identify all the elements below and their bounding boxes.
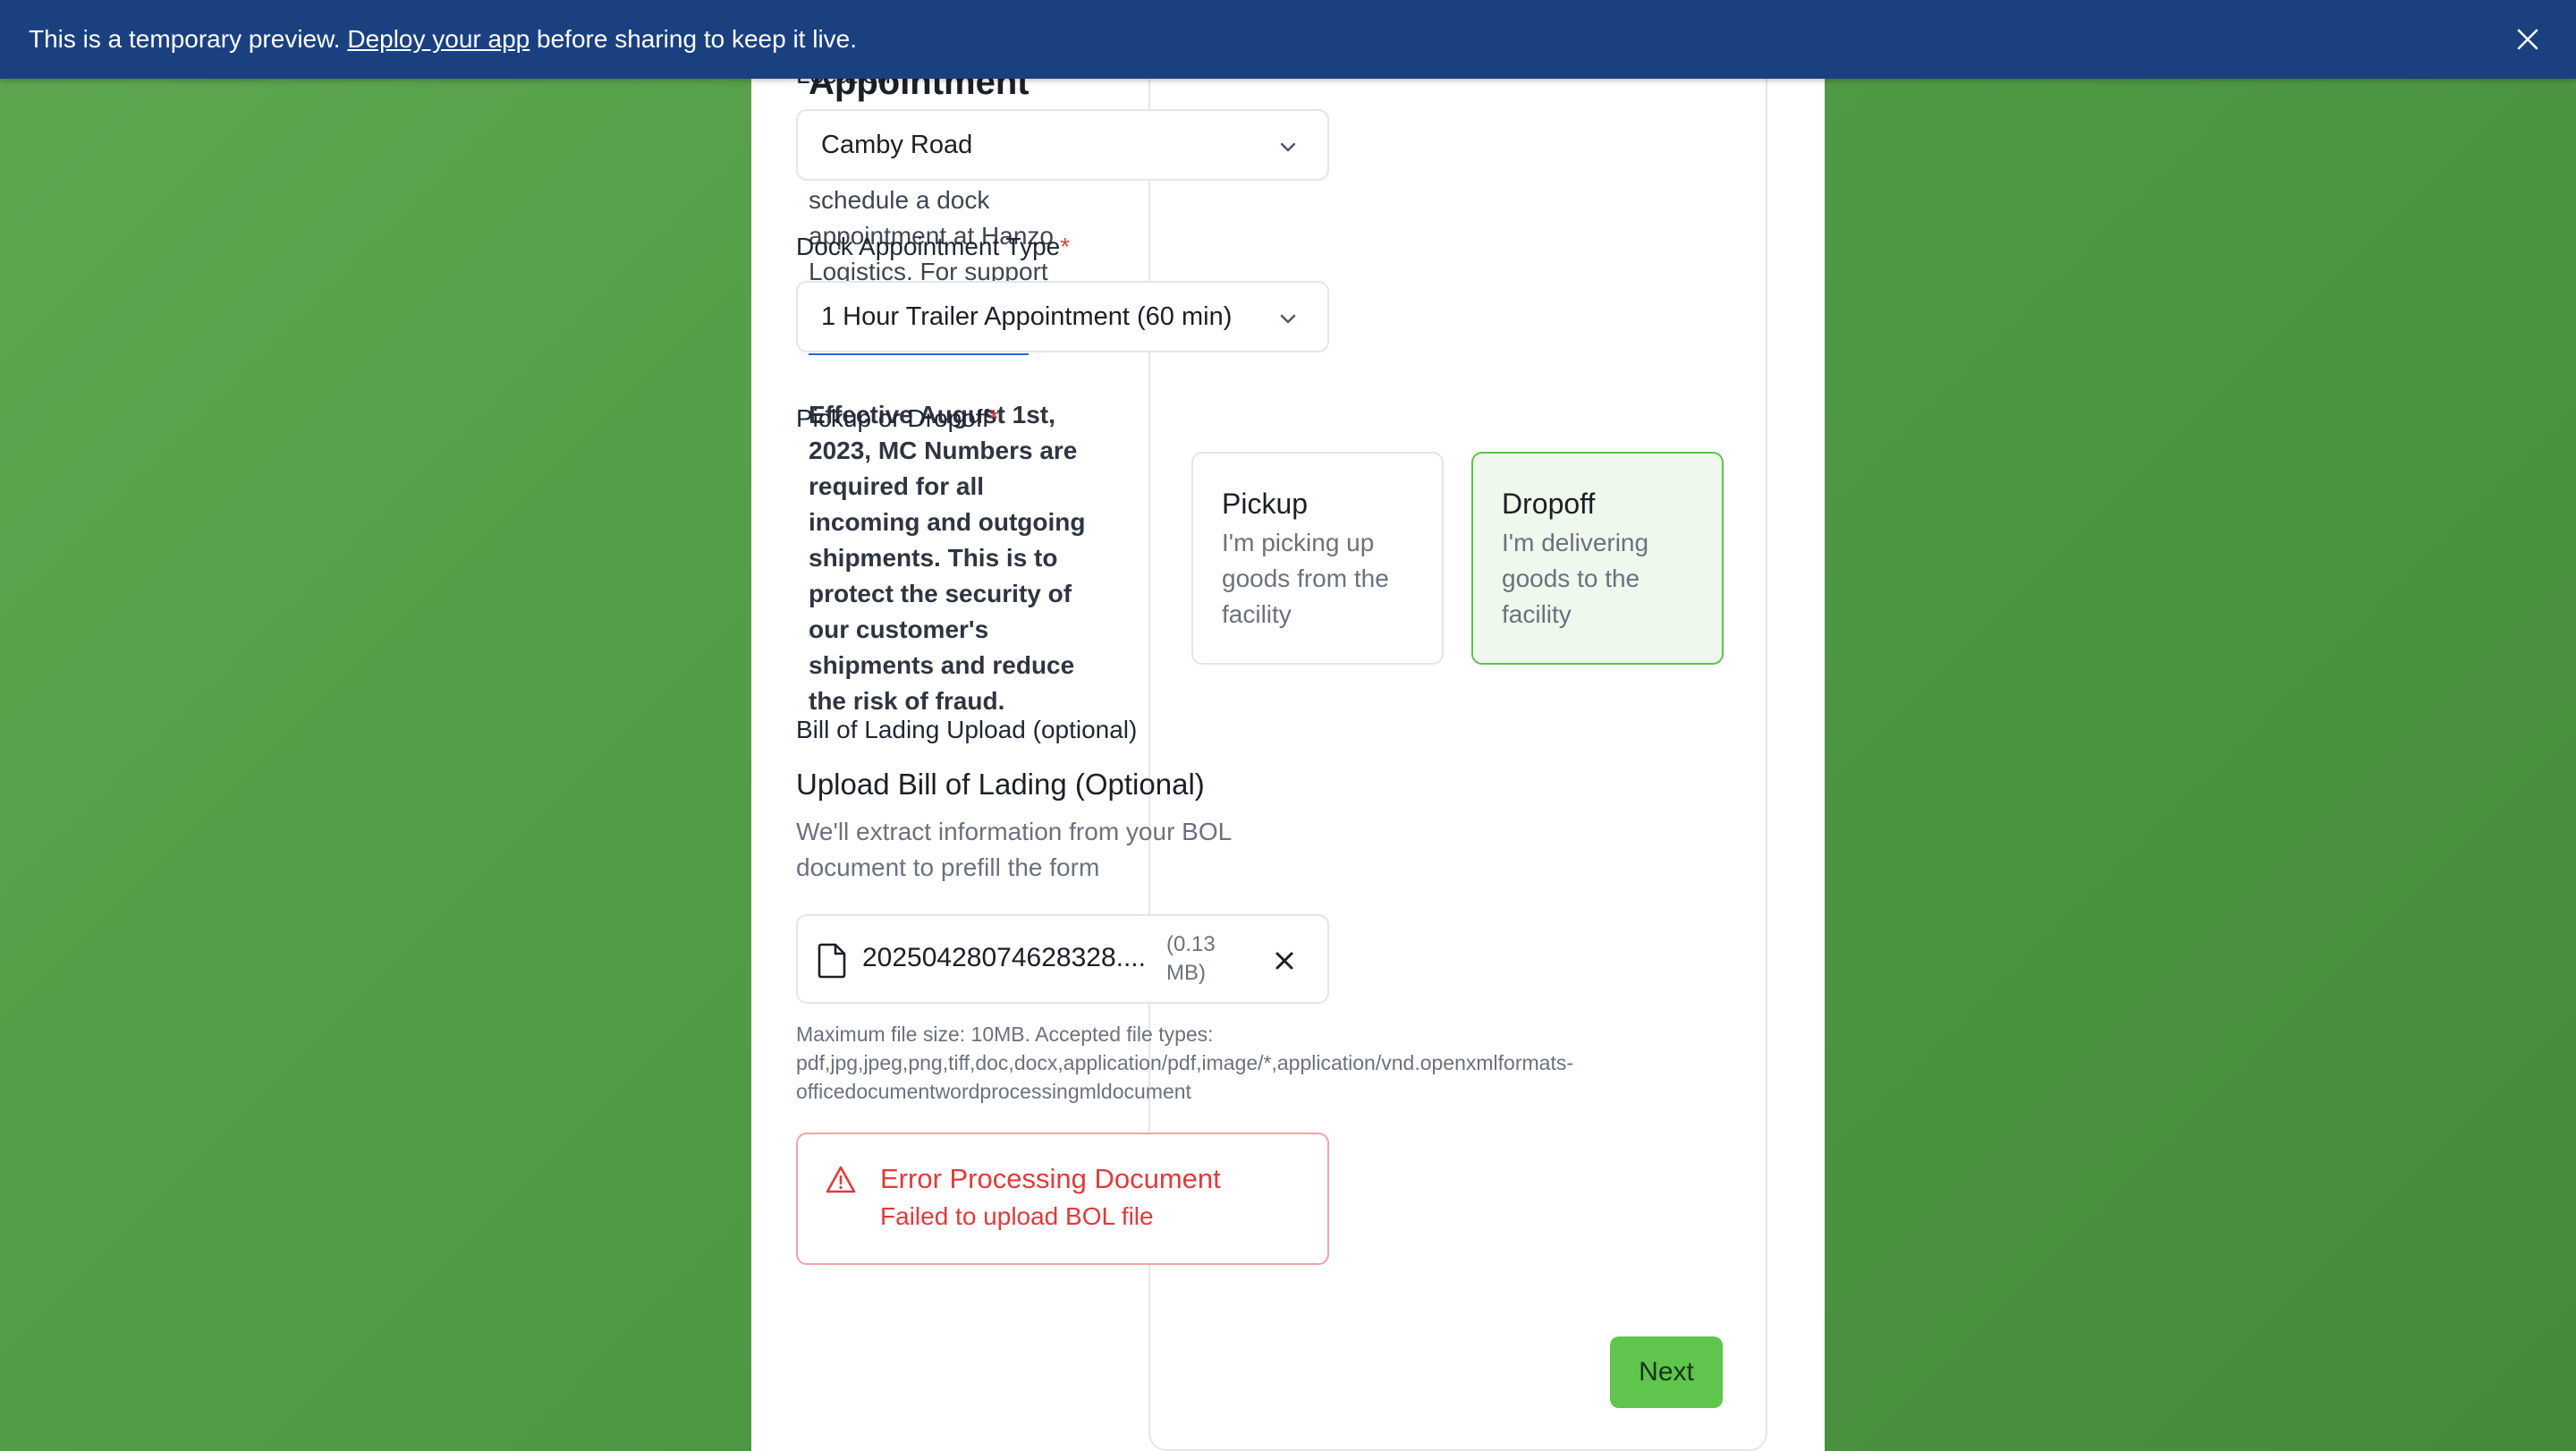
bol-label: Bill of Lading Upload (optional) <box>796 716 1138 743</box>
dropoff-desc: I'm delivering goods to the facility <box>1502 529 1649 628</box>
pickup-title: Pickup <box>1222 488 1309 520</box>
dock-type-label-text: Dock Appointment Type <box>796 233 1061 260</box>
dropoff-option[interactable]: Dropoff I'm delivering goods to the faci… <box>1471 452 1724 665</box>
file-name: 20250428074628328.... <box>862 943 1146 972</box>
pickup-dropoff-label: Pickup or Dropoff* <box>796 404 999 433</box>
error-alert: Error Processing Document Failed to uplo… <box>796 1133 1329 1265</box>
uploaded-file: 20250428074628328.... (0.13 MB) <box>796 914 1329 1004</box>
dock-type-value: 1 Hour Trailer Appointment (60 min) <box>821 301 1233 331</box>
required-mark: * <box>1060 233 1071 260</box>
close-icon[interactable] <box>2510 21 2546 57</box>
next-button[interactable]: Next <box>1610 1336 1723 1408</box>
pickup-option[interactable]: Pickup I'm picking up goods from the fac… <box>1191 452 1444 665</box>
dock-type-label: Dock Appointment Type* <box>796 233 1070 261</box>
deploy-app-link[interactable]: Deploy your app <box>347 25 530 54</box>
mc-notice: Effective August 1st, 2023, MC Numbers a… <box>809 401 1086 715</box>
warning-icon <box>826 1166 856 1193</box>
chevron-down-icon <box>1280 142 1296 152</box>
upload-heading: Upload Bill of Lading (Optional) <box>796 768 1205 801</box>
file-hint-line3: officedocumentwordprocessingmldocument <box>796 1080 1191 1103</box>
file-hint-line2: pdf,jpg,jpeg,png,tiff,doc,docx,applicati… <box>796 1051 1573 1074</box>
file-icon <box>818 943 846 979</box>
banner-text-before: This is a temporary preview. <box>29 25 348 53</box>
file-type-hint: Maximum file size: 10MB. Accepted file t… <box>796 1020 1573 1106</box>
file-hint-line1: Maximum file size: 10MB. Accepted file t… <box>796 1022 1214 1046</box>
chevron-down-icon <box>1280 314 1296 324</box>
error-title: Error Processing Document <box>880 1163 1221 1194</box>
remove-file-icon[interactable] <box>1268 945 1301 977</box>
pickup-desc: I'm picking up goods from the facility <box>1222 529 1389 628</box>
pickup-dropoff-label-text: Pickup or Dropoff <box>796 404 989 432</box>
dock-type-select[interactable]: 1 Hour Trailer Appointment (60 min) <box>796 281 1329 352</box>
location-select[interactable]: Camby Road <box>796 109 1329 181</box>
required-mark: * <box>988 404 999 432</box>
banner-text-after: before sharing to keep it live. <box>530 25 858 53</box>
location-value: Camby Road <box>821 130 973 159</box>
dropoff-title: Dropoff <box>1502 488 1596 520</box>
preview-banner: This is a temporary preview. Deploy your… <box>0 0 2576 79</box>
file-size: (0.13 MB) <box>1166 932 1216 985</box>
error-message: Failed to upload BOL file <box>880 1202 1154 1230</box>
upload-description: We'll extract information from your BOL … <box>796 818 1232 881</box>
